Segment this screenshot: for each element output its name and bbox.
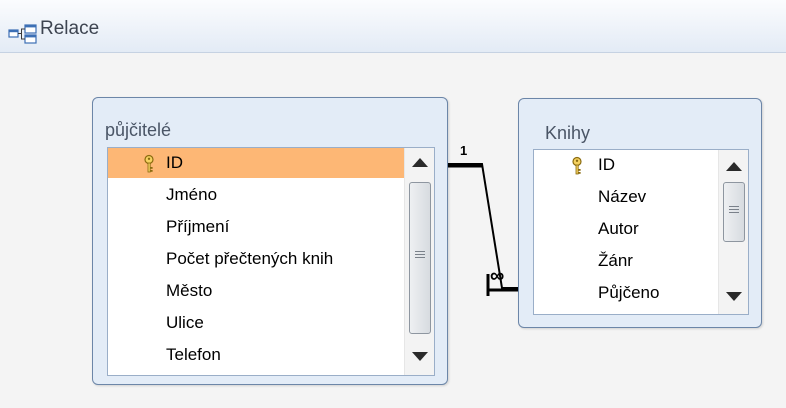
tab-title[interactable]: Relace (40, 18, 99, 40)
field-row[interactable]: Příjmení (108, 212, 404, 242)
field-name: Jméno (166, 185, 218, 204)
table-title: Knihy (545, 123, 591, 143)
field-row[interactable]: ID (108, 148, 404, 178)
grip-line (415, 257, 425, 258)
table-title: půjčitelé (105, 120, 172, 140)
grip-line (415, 251, 425, 252)
grip-line (729, 206, 739, 207)
table-knihy[interactable]: Knihy ID Název Autor Žánr Půjčeno (518, 98, 762, 328)
field-name: Ulice (166, 313, 204, 332)
field-row[interactable]: Jméno (108, 180, 404, 210)
relationship-many-label: ∞ (490, 265, 505, 287)
grip-line (729, 209, 739, 210)
vertical-scrollbar[interactable] (718, 150, 748, 314)
field-name: ID (166, 153, 183, 172)
field-list[interactable]: ID Název Autor Žánr Půjčeno (533, 149, 749, 315)
relationships-icon (8, 24, 37, 44)
relationship-one-label: 1 (460, 143, 468, 158)
field-name: Telefon (166, 345, 221, 364)
table-pujcitele[interactable]: půjčitelé ID Jméno Příjmení Počet přečte… (92, 97, 448, 385)
field-name: Autor (598, 219, 639, 238)
primary-key-icon (572, 156, 582, 175)
field-row[interactable]: Ulice (108, 308, 404, 338)
field-name: Název (598, 187, 647, 206)
scroll-up-arrow-icon[interactable] (412, 158, 428, 167)
field-row[interactable]: ID (534, 150, 718, 180)
field-row[interactable]: Žánr (534, 246, 718, 276)
field-name: Žánr (598, 251, 633, 270)
field-list[interactable]: ID Jméno Příjmení Počet přečtených knih … (107, 147, 435, 376)
field-row[interactable]: Telefon (108, 340, 404, 370)
field-row[interactable]: Počet přečtených knih (108, 244, 404, 274)
field-row[interactable]: Město (108, 276, 404, 306)
grip-line (415, 254, 425, 255)
field-row[interactable]: Název (534, 182, 718, 212)
field-name: Příjmení (166, 217, 230, 236)
field-row[interactable]: Autor (534, 214, 718, 244)
vertical-scrollbar[interactable] (404, 148, 434, 375)
object-tab-bar: Relace (0, 0, 786, 53)
field-name: Půjčeno (598, 283, 660, 302)
scrollbar-thumb[interactable] (409, 182, 431, 334)
field-name: Počet přečtených knih (166, 249, 334, 268)
primary-key-icon (144, 154, 154, 173)
grip-line (729, 212, 739, 213)
field-name: Město (166, 281, 213, 300)
scroll-down-arrow-icon[interactable] (726, 292, 742, 301)
scrollbar-thumb[interactable] (723, 182, 745, 242)
field-name: ID (598, 155, 615, 174)
scroll-down-arrow-icon[interactable] (412, 352, 428, 361)
scroll-up-arrow-icon[interactable] (726, 162, 742, 171)
field-row[interactable]: Půjčeno (534, 278, 718, 308)
